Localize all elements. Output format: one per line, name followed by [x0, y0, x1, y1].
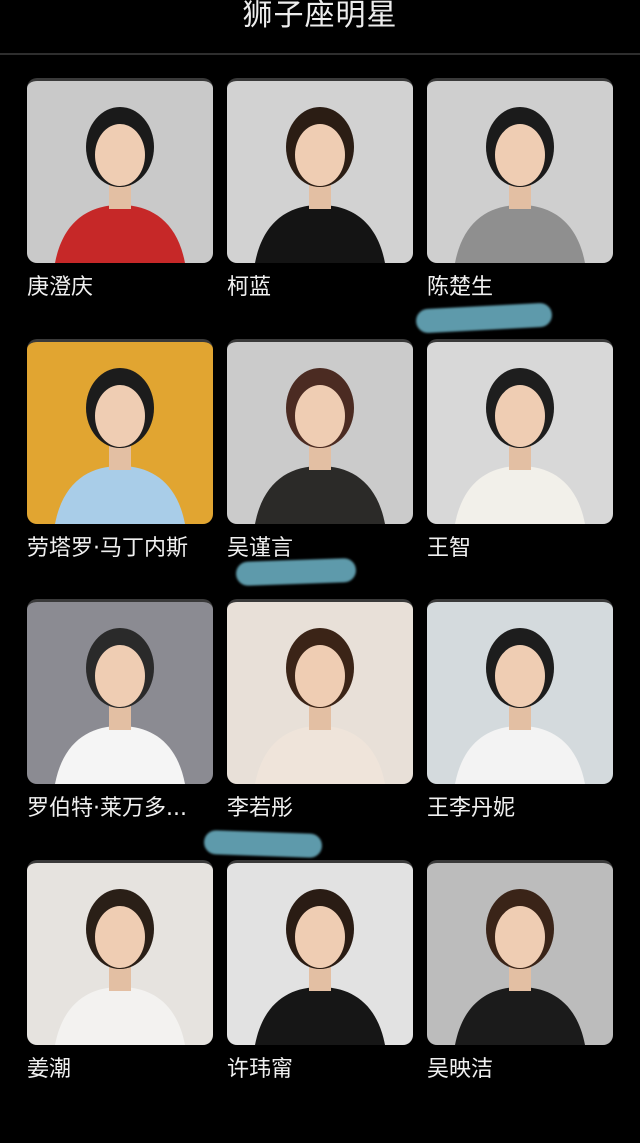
- celebrity-card[interactable]: 许玮甯: [227, 860, 415, 1090]
- celebrity-card[interactable]: 吴映洁: [427, 860, 615, 1090]
- celebrity-card[interactable]: 罗伯特·莱万多...: [27, 599, 215, 829]
- celebrity-photo[interactable]: [427, 339, 613, 524]
- celebrity-name[interactable]: 罗伯特·莱万多...: [27, 795, 217, 823]
- celebrity-card[interactable]: 姜潮: [27, 860, 215, 1090]
- celebrity-photo[interactable]: [27, 78, 213, 263]
- celebrity-card[interactable]: 柯蓝: [227, 78, 415, 308]
- celebrity-photo[interactable]: [27, 599, 213, 784]
- celebrity-photo[interactable]: [227, 599, 413, 784]
- redaction-mark: [235, 557, 357, 587]
- celebrity-card[interactable]: 王李丹妮: [427, 599, 615, 829]
- celebrity-card[interactable]: 李若彤: [227, 599, 415, 829]
- celebrity-name[interactable]: 劳塔罗·马丁内斯: [27, 535, 217, 563]
- celebrity-card[interactable]: 王智: [427, 339, 615, 569]
- celebrity-photo[interactable]: [227, 339, 413, 524]
- celebrity-photo[interactable]: [427, 860, 613, 1045]
- celebrity-photo[interactable]: [227, 78, 413, 263]
- celebrity-name[interactable]: 庚澄庆: [27, 274, 217, 302]
- celebrity-name[interactable]: 王李丹妮: [427, 795, 617, 823]
- celebrity-name[interactable]: 许玮甯: [227, 1056, 417, 1084]
- celebrity-card[interactable]: 吴谨言: [227, 339, 415, 569]
- celebrity-photo[interactable]: [27, 339, 213, 524]
- celebrity-card[interactable]: 陈楚生: [427, 78, 615, 308]
- celebrity-name[interactable]: 陈楚生: [427, 274, 617, 302]
- redaction-mark: [203, 829, 323, 859]
- celebrity-name[interactable]: 姜潮: [27, 1056, 217, 1084]
- celebrity-photo[interactable]: [427, 599, 613, 784]
- celebrity-name[interactable]: 李若彤: [227, 795, 417, 823]
- celebrity-card[interactable]: 劳塔罗·马丁内斯: [27, 339, 215, 569]
- celebrity-card[interactable]: 庚澄庆: [27, 78, 215, 308]
- celebrity-name[interactable]: 柯蓝: [227, 274, 417, 302]
- celebrity-name[interactable]: 王智: [427, 535, 617, 563]
- celebrity-photo[interactable]: [227, 860, 413, 1045]
- celebrity-photo[interactable]: [27, 860, 213, 1045]
- celebrity-name[interactable]: 吴映洁: [427, 1056, 617, 1084]
- celebrity-photo[interactable]: [427, 78, 613, 263]
